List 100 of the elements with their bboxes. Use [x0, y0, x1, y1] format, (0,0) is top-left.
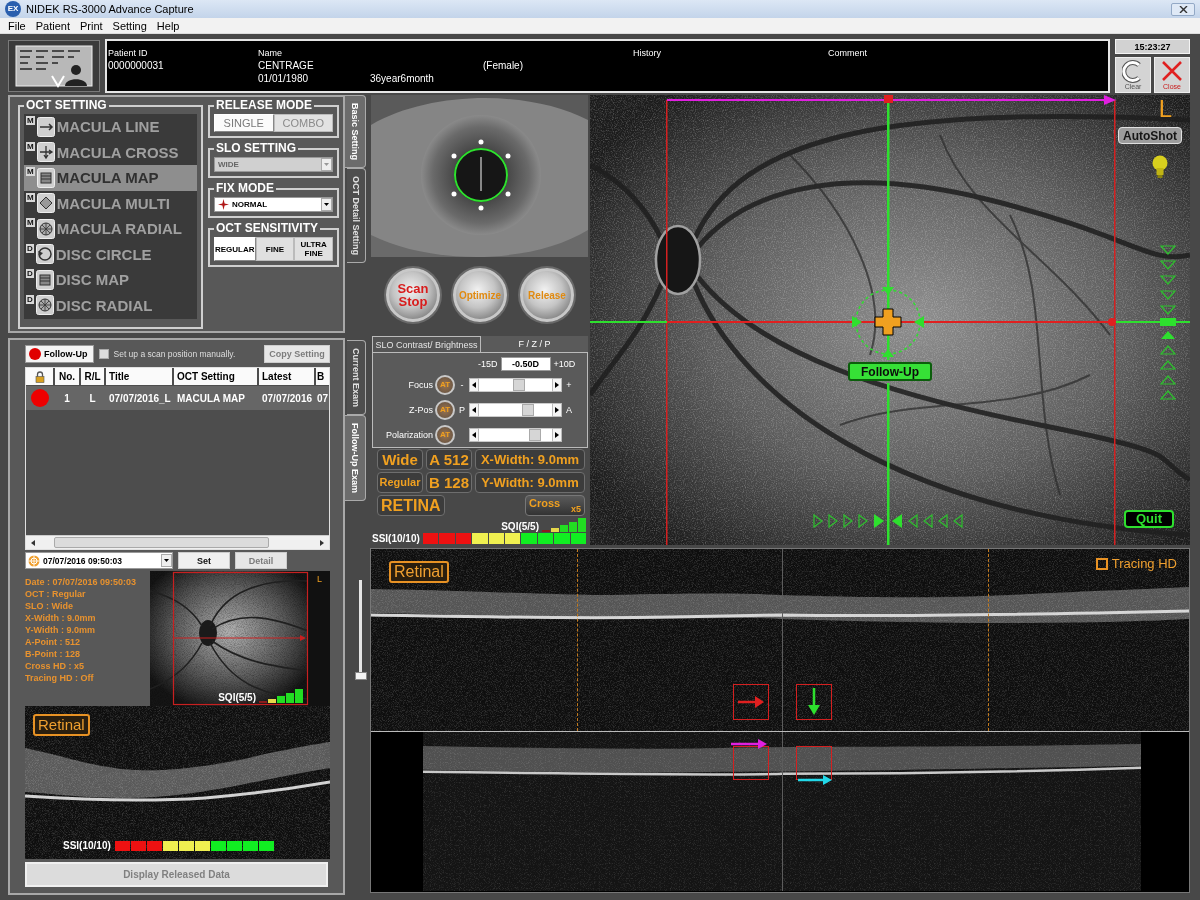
right-arrow-icon[interactable] — [858, 513, 868, 529]
cross-count: x5 — [571, 504, 581, 514]
fundus-thumbnail-drawing[interactable] — [150, 571, 330, 706]
patient-id: 0000000031 — [108, 60, 165, 71]
right-arrow-icon[interactable] — [813, 513, 823, 529]
scan-mode-item[interactable]: M MACULA MAP — [24, 165, 197, 191]
right-arrow-icon[interactable] — [843, 513, 853, 529]
scan-mode-item[interactable]: D DISC CIRCLE — [24, 241, 197, 267]
light-bulb-icon[interactable] — [1152, 155, 1168, 179]
field-label: Patient ID — [108, 47, 149, 58]
manual-position-checkbox[interactable] — [98, 348, 109, 359]
exam-detail-text: X-Width : 9.0mm — [25, 612, 97, 624]
right-arrow-marker-icon[interactable] — [733, 684, 769, 720]
target-marker-icon[interactable] — [852, 287, 924, 357]
slider-thumb[interactable] — [512, 378, 525, 391]
up-arrow-icon[interactable] — [1159, 345, 1177, 355]
capture-control-button[interactable]: Scan Stop — [386, 268, 440, 322]
column-header[interactable]: OCT Setting — [174, 368, 257, 385]
diopter-field[interactable]: -0.50D — [500, 357, 551, 371]
mode-letter: D — [26, 269, 34, 278]
step-right-button[interactable] — [552, 402, 562, 417]
scan-mode-item[interactable]: D DISC MAP — [24, 267, 197, 293]
autoshot-button[interactable]: AutoShot — [1118, 127, 1182, 144]
menu-item[interactable]: File — [3, 19, 31, 32]
follow-up-button[interactable]: Follow-Up — [25, 344, 94, 363]
left-arrow-icon[interactable] — [923, 513, 933, 529]
menu-item[interactable]: Help — [151, 19, 185, 32]
side-tab[interactable]: OCT Detail Setting — [347, 168, 366, 264]
right-arrow-marker-icon[interactable] — [796, 744, 834, 786]
side-tab[interactable]: Follow-Up Exam — [345, 415, 366, 502]
window-close-button[interactable] — [1171, 2, 1195, 16]
quit-button[interactable]: Quit — [1124, 510, 1174, 528]
down-arrow-icon[interactable] — [1159, 290, 1177, 300]
release-mode-option[interactable]: SINGLE — [214, 114, 274, 132]
sensitivity-option[interactable]: ULTRA FINE — [294, 237, 333, 261]
set-button[interactable]: Set — [178, 552, 230, 569]
down-arrow-icon[interactable] — [1159, 275, 1177, 285]
column-header[interactable]: R/L — [81, 368, 104, 385]
scan-mode-item[interactable]: D DISC RADIAL — [24, 292, 197, 318]
left-arrow-icon[interactable] — [953, 513, 963, 529]
scan-mode-item[interactable]: M MACULA MULTI — [24, 190, 197, 216]
column-header[interactable] — [26, 368, 53, 385]
adjust-slider[interactable] — [479, 427, 552, 442]
scan-mode-item[interactable]: M MACULA CROSS — [24, 139, 197, 165]
step-right-button[interactable] — [552, 377, 562, 392]
down-arrow-icon[interactable] — [1159, 245, 1177, 255]
range-end-label: + — [565, 379, 573, 390]
menu-item[interactable]: Setting — [107, 19, 152, 32]
column-header[interactable]: Latest — [259, 368, 314, 385]
left-arrow-icon[interactable] — [938, 513, 948, 529]
adjust-slider[interactable] — [479, 402, 552, 417]
right-arrow-icon[interactable] — [828, 513, 838, 529]
position-marker-icon[interactable] — [1160, 318, 1176, 326]
table-row[interactable]: 1 L 07/07/2016_L MACULA MAP 07/07/2016 07 — [26, 386, 329, 410]
step-left-button[interactable] — [469, 402, 479, 417]
slider-thumb[interactable] — [521, 403, 534, 416]
scrollbar-thumb[interactable] — [54, 537, 269, 548]
table-cell-text: 1 — [63, 391, 71, 406]
scan-end-marker-icon[interactable] — [884, 95, 893, 103]
down-arrow-marker-icon[interactable] — [796, 684, 832, 720]
caret-left-icon — [472, 381, 476, 388]
panel-tab[interactable]: SLO Contrast/ Brightness — [372, 336, 481, 352]
oct-scan-thumbnail[interactable] — [25, 706, 330, 859]
exam-date-dropdown[interactable]: 07/07/2016 09:50:03 — [25, 552, 173, 569]
tracing-hd-checkbox[interactable] — [1095, 557, 1108, 570]
exam-detail-text: A-Point : 512 — [25, 636, 81, 648]
layer-label: Retinal — [389, 561, 449, 583]
step-left-button[interactable] — [469, 377, 479, 392]
column-header[interactable]: Title — [106, 368, 172, 385]
down-arrow-icon[interactable] — [1159, 305, 1177, 315]
up-arrow-icon[interactable] — [1159, 390, 1177, 400]
fix-mode-dropdown[interactable]: NORMAL — [214, 197, 333, 212]
sensitivity-option[interactable]: FINE — [255, 237, 295, 261]
menu-item[interactable]: Print — [75, 19, 108, 32]
menu-item[interactable]: Patient — [30, 19, 75, 32]
slider-thumb[interactable] — [529, 428, 541, 441]
up-arrow-icon[interactable] — [1161, 331, 1175, 339]
patient-database-icon[interactable] — [8, 40, 100, 92]
column-header[interactable]: B — [316, 368, 329, 385]
scan-end-marker-icon[interactable] — [1108, 318, 1116, 326]
slider-thumb[interactable] — [355, 672, 367, 680]
left-arrow-icon[interactable] — [892, 514, 902, 528]
down-arrow-icon[interactable] — [1159, 260, 1177, 270]
right-arrow-marker-icon[interactable] — [731, 738, 769, 780]
up-arrow-icon[interactable] — [1159, 375, 1177, 385]
up-arrow-icon[interactable] — [1159, 360, 1177, 370]
exam-detail-text: Tracing HD : Off — [25, 672, 95, 684]
side-tab[interactable]: Basic Setting — [345, 95, 366, 168]
adjust-slider[interactable] — [479, 377, 552, 392]
horizontal-scrollbar[interactable] — [26, 535, 329, 549]
right-arrow-icon[interactable] — [874, 514, 884, 528]
scan-mode-item[interactable]: M MACULA RADIAL — [24, 216, 197, 242]
left-arrow-icon[interactable] — [908, 513, 918, 529]
step-left-button[interactable] — [469, 427, 479, 442]
column-header[interactable]: No. — [55, 368, 79, 385]
step-right-button[interactable] — [552, 427, 562, 442]
scan-mode-item[interactable]: M MACULA LINE — [24, 114, 197, 140]
side-tab[interactable]: Current Exam — [347, 340, 366, 416]
panel-tab[interactable]: F / Z / P — [481, 336, 588, 352]
sensitivity-option[interactable]: REGULAR — [214, 237, 256, 261]
